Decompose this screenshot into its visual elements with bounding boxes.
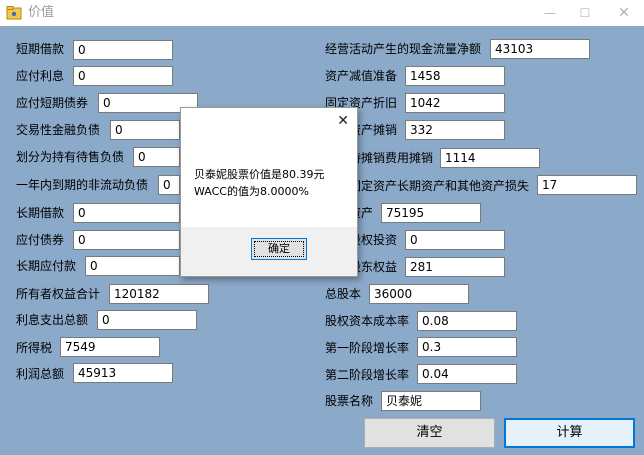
label-total-owners-equity: 所有者权益合计 [16, 287, 101, 301]
input-non-current-due-within-year[interactable]: 0 [158, 175, 180, 195]
input-asset-impairment[interactable]: 1458 [405, 66, 505, 86]
input-income-tax[interactable]: 7549 [60, 337, 160, 357]
input-long-term-deferred-amortization[interactable]: 1114 [440, 148, 540, 168]
input-total-share-capital[interactable]: 36000 [369, 284, 469, 304]
input-interest-payable[interactable]: 0 [73, 66, 173, 86]
label-long-term-borrowing: 长期借款 [16, 206, 65, 220]
label-short-term-borrowing: 短期借款 [16, 42, 65, 56]
dialog-footer: 确定 [181, 227, 357, 276]
window-title: 价值 [28, 5, 55, 20]
input-total-interest-expense[interactable]: 0 [97, 310, 197, 330]
label-short-term-bonds-payable: 应付短期债券 [16, 96, 89, 110]
input-stage1-growth-rate[interactable]: 0.3 [417, 337, 517, 357]
input-intangible-amortization[interactable]: 332 [405, 120, 505, 140]
dialog-message-wacc: WACC的值为8.0000% [194, 185, 309, 198]
dialog-close-button[interactable]: ✕ [337, 113, 349, 129]
label-interest-payable: 应付利息 [16, 69, 65, 83]
label-asset-impairment: 资产减值准备 [325, 69, 398, 83]
label-bonds-payable: 应付债券 [16, 233, 65, 247]
input-current-assets[interactable]: 75195 [381, 203, 481, 223]
close-window-button[interactable]: ✕ [604, 0, 644, 26]
input-bonds-payable[interactable]: 0 [73, 230, 180, 250]
title-bar: 价值 — ☐ ✕ [0, 0, 644, 26]
clear-button[interactable]: 清空 [364, 418, 495, 448]
input-stage2-growth-rate[interactable]: 0.04 [417, 364, 517, 384]
input-minority-interest[interactable]: 281 [405, 257, 505, 277]
input-disposal-losses[interactable]: 17 [537, 175, 637, 195]
message-dialog: ✕ 贝泰妮股票价值是80.39元 WACC的值为8.0000% 确定 [180, 107, 358, 277]
ok-button[interactable]: 确定 [251, 238, 307, 260]
input-long-term-equity-investment[interactable]: 0 [405, 230, 505, 250]
input-operating-cash-flow[interactable]: 43103 [490, 39, 590, 59]
input-total-owners-equity[interactable]: 120182 [109, 284, 209, 304]
label-total-interest-expense: 利息支出总额 [16, 313, 89, 327]
label-cost-of-equity: 股权资本成本率 [325, 314, 410, 328]
label-total-share-capital: 总股本 [325, 287, 362, 301]
input-long-term-borrowing[interactable]: 0 [73, 203, 180, 223]
input-fixed-asset-depreciation[interactable]: 1042 [405, 93, 505, 113]
input-held-for-sale-liabilities[interactable]: 0 [133, 147, 180, 167]
minimize-button[interactable]: — [530, 0, 570, 26]
label-income-tax: 所得税 [16, 341, 53, 355]
dialog-message-stock-value: 贝泰妮股票价值是80.39元 [194, 168, 325, 181]
label-held-for-sale-liabilities: 划分为持有待售负债 [16, 150, 125, 164]
app-icon [6, 6, 22, 20]
input-cost-of-equity[interactable]: 0.08 [417, 311, 517, 331]
input-trading-financial-liabilities[interactable]: 0 [110, 120, 180, 140]
label-stage2-growth-rate: 第二阶段增长率 [325, 368, 410, 382]
maximize-button[interactable]: ☐ [565, 0, 605, 26]
label-stock-name: 股票名称 [325, 394, 374, 408]
input-total-profit[interactable]: 45913 [73, 363, 173, 383]
label-stage1-growth-rate: 第一阶段增长率 [325, 341, 410, 355]
label-trading-financial-liabilities: 交易性金融负债 [16, 123, 101, 137]
label-long-term-payables: 长期应付款 [16, 259, 77, 273]
label-non-current-due-within-year: 一年内到期的非流动负债 [16, 178, 149, 192]
calculate-button[interactable]: 计算 [504, 418, 635, 448]
label-total-profit: 利润总额 [16, 367, 65, 381]
input-stock-name[interactable]: 贝泰妮 [381, 391, 481, 411]
label-operating-cash-flow: 经营活动产生的现金流量净额 [325, 42, 482, 56]
input-long-term-payables[interactable]: 0 [85, 256, 180, 276]
input-short-term-borrowing[interactable]: 0 [73, 40, 173, 60]
